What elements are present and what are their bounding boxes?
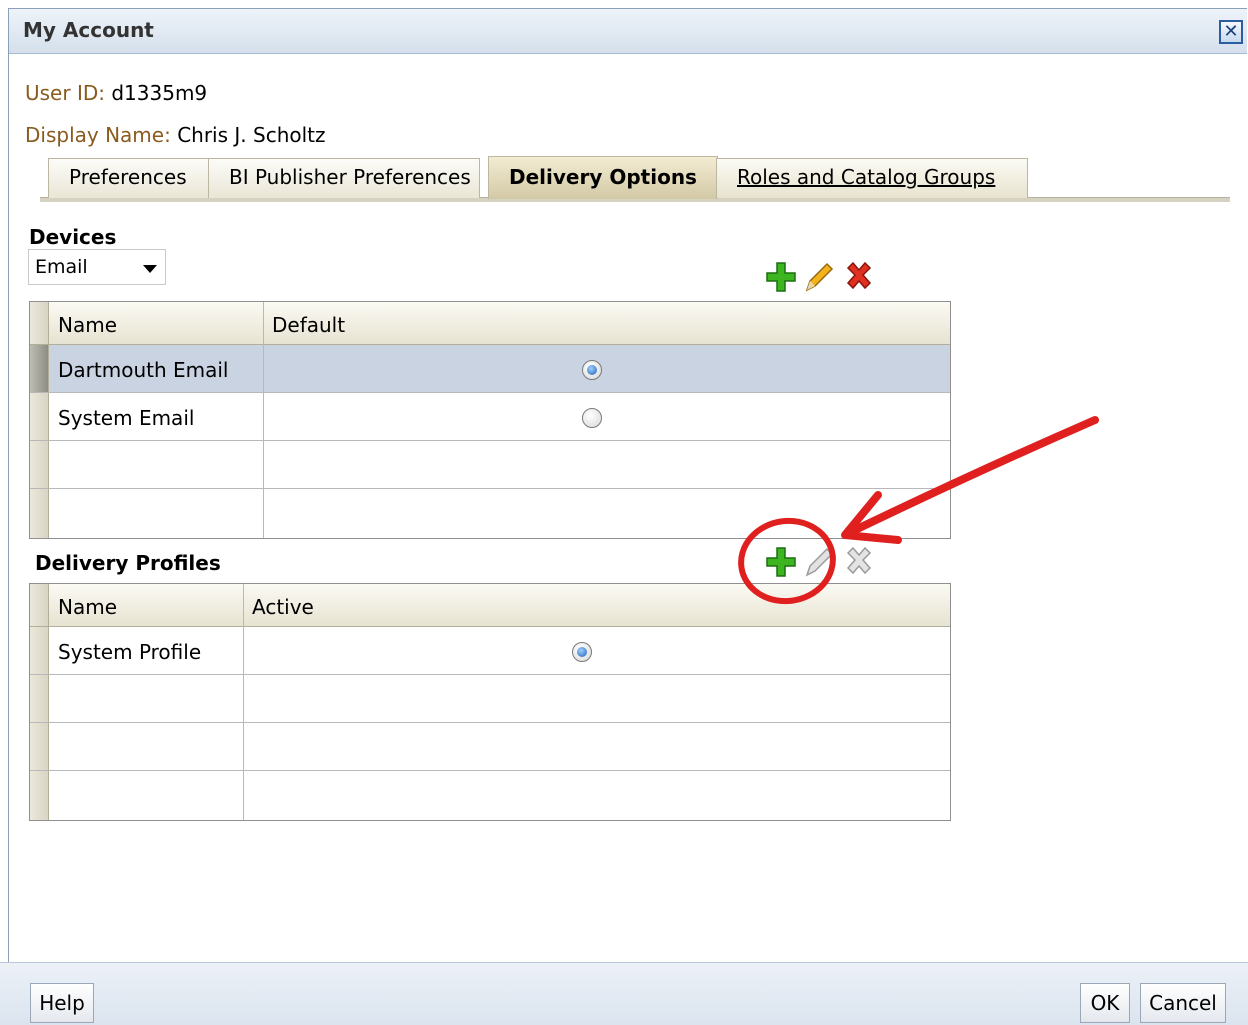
table-row <box>30 771 950 820</box>
dialog-title: My Account <box>23 18 154 42</box>
row-selector[interactable] <box>30 627 49 674</box>
table-row[interactable]: System Email <box>30 393 950 441</box>
chevron-down-icon <box>143 265 157 273</box>
delivery-profiles-heading: Delivery Profiles <box>35 551 221 575</box>
close-icon[interactable]: ✕ <box>1219 20 1243 44</box>
tab-delivery-options[interactable]: Delivery Options <box>488 156 718 199</box>
column-header-default: Default <box>272 313 346 337</box>
devices-toolbar <box>765 260 885 294</box>
active-radio[interactable] <box>572 642 592 662</box>
tab-bar: Preferences BI Publisher Preferences Del… <box>40 156 1230 206</box>
delivery-profiles-table: Name Active System Profile <box>29 583 951 821</box>
table-row[interactable]: Dartmouth Email <box>30 345 950 393</box>
default-radio[interactable] <box>582 360 602 380</box>
row-selector <box>30 584 49 626</box>
delete-icon <box>846 546 872 575</box>
row-selector <box>30 771 49 820</box>
device-name: System Email <box>58 406 195 430</box>
row-selector <box>30 441 49 488</box>
row-selector <box>30 723 49 770</box>
devices-table: Name Default Dartmouth Email System Emai… <box>29 301 951 539</box>
column-header-name: Name <box>58 595 118 619</box>
column-header-active: Active <box>252 595 314 619</box>
table-row <box>30 441 950 489</box>
delete-icon[interactable] <box>843 260 875 294</box>
cancel-button[interactable]: Cancel <box>1140 983 1226 1023</box>
user-id-label: User ID: <box>25 81 105 105</box>
profiles-toolbar <box>765 545 885 579</box>
edit-icon[interactable] <box>803 260 835 294</box>
tab-preferences[interactable]: Preferences <box>48 158 210 198</box>
row-selector <box>30 675 49 722</box>
table-header: Name Default <box>30 302 950 345</box>
column-divider <box>263 302 264 538</box>
tab-label: Preferences <box>69 165 187 189</box>
row-selector <box>30 302 49 344</box>
tab-label: BI Publisher Preferences <box>229 165 471 189</box>
row-selector <box>30 489 49 538</box>
add-icon[interactable] <box>765 545 797 579</box>
tab-label: Roles and Catalog Groups <box>737 165 996 189</box>
table-row <box>30 489 950 538</box>
default-radio[interactable] <box>582 408 602 428</box>
dialog-footer: Help OK Cancel <box>0 962 1248 1025</box>
display-name-line: Display Name: Chris J. Scholtz <box>25 123 326 147</box>
table-row <box>30 675 950 723</box>
tab-roles-and-catalog-groups[interactable]: Roles and Catalog Groups <box>716 158 1028 198</box>
dialog-titlebar: My Account ✕ <box>9 9 1247 54</box>
device-type-select[interactable]: Email <box>28 249 166 285</box>
device-type-value: Email <box>35 256 88 278</box>
table-row <box>30 723 950 771</box>
profile-name: System Profile <box>58 640 202 664</box>
display-name-label: Display Name: <box>25 123 171 147</box>
device-name: Dartmouth Email <box>58 358 229 382</box>
user-id-line: User ID: d1335m9 <box>25 81 207 105</box>
table-header: Name Active <box>30 584 950 627</box>
table-row[interactable]: System Profile <box>30 627 950 675</box>
help-button[interactable]: Help <box>30 983 94 1023</box>
ok-button[interactable]: OK <box>1080 983 1130 1023</box>
display-name-value: Chris J. Scholtz <box>177 123 326 147</box>
add-icon[interactable] <box>765 260 797 294</box>
edit-icon <box>805 547 834 577</box>
row-selector[interactable] <box>30 345 49 392</box>
column-header-name: Name <box>58 313 118 337</box>
tab-label: Delivery Options <box>509 165 697 189</box>
row-selector[interactable] <box>30 393 49 440</box>
user-id-value: d1335m9 <box>111 81 208 105</box>
devices-heading: Devices <box>29 225 117 249</box>
column-divider <box>243 584 244 820</box>
tab-bi-publisher-preferences[interactable]: BI Publisher Preferences <box>208 158 480 198</box>
